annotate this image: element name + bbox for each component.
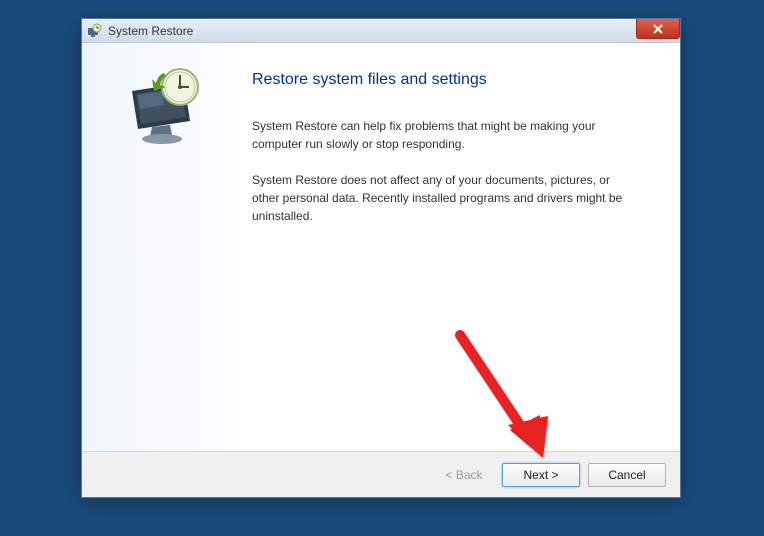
close-button[interactable] — [636, 19, 680, 39]
page-heading: Restore system files and settings — [252, 71, 652, 89]
next-button[interactable]: Next > — [502, 463, 580, 487]
window-title: System Restore — [108, 24, 193, 38]
titlebar: System Restore — [82, 19, 680, 43]
app-icon — [86, 23, 102, 39]
system-restore-icon — [122, 63, 212, 153]
intro-paragraph-2: System Restore does not affect any of yo… — [252, 171, 632, 225]
left-pane — [82, 43, 252, 451]
content-area: Restore system files and settings System… — [82, 43, 680, 451]
wizard-footer: < Back Next > Cancel — [82, 451, 680, 497]
cancel-button[interactable]: Cancel — [588, 463, 666, 487]
back-button: < Back — [434, 463, 494, 487]
main-pane: Restore system files and settings System… — [252, 43, 680, 451]
intro-paragraph-1: System Restore can help fix problems tha… — [252, 117, 632, 153]
system-restore-window: System Restore — [81, 18, 681, 498]
